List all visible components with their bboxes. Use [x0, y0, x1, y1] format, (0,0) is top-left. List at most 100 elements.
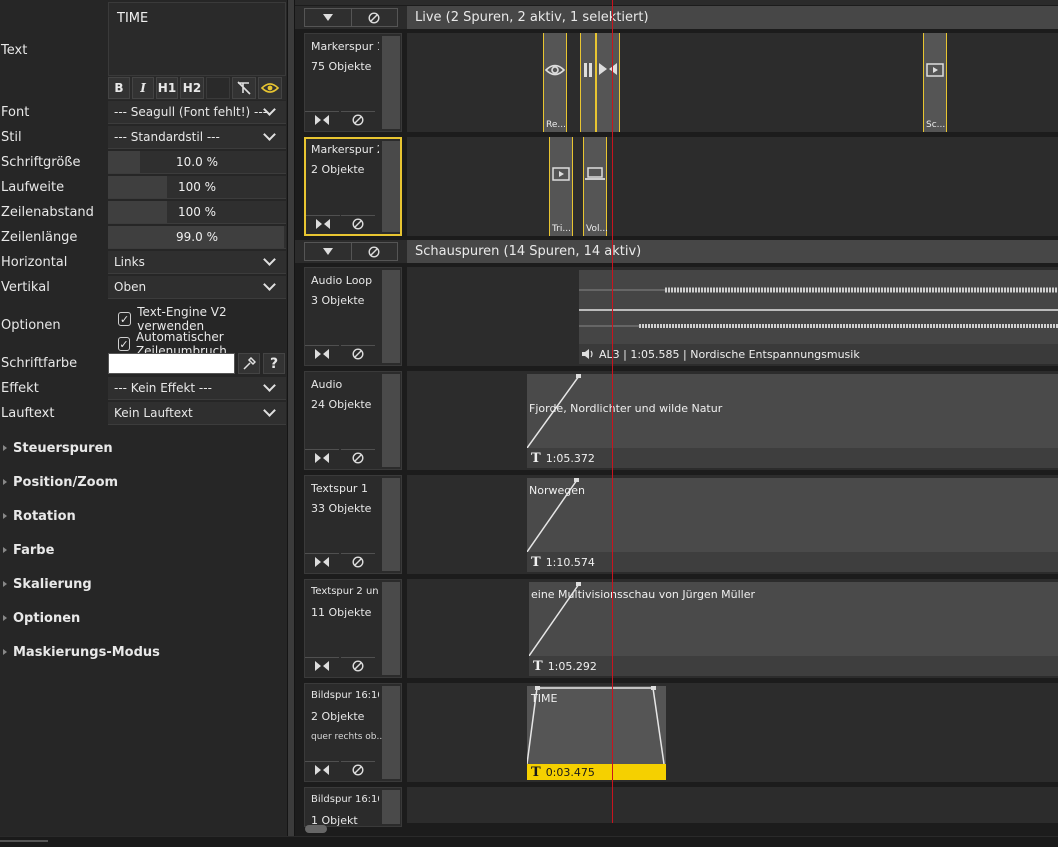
track-level-bar[interactable] — [382, 374, 400, 467]
group-title-live[interactable]: Live (2 Spuren, 2 aktiv, 1 selektiert) — [407, 6, 1058, 29]
text-clip[interactable]: Norwegen T 1:10.574 — [527, 478, 1058, 572]
stil-label: Stil — [1, 130, 22, 145]
text-engine-checkbox[interactable]: ✓ Text-Engine V2 verwenden — [118, 305, 287, 333]
zeilenlaenge-slider[interactable]: 99.0 % — [108, 226, 286, 249]
marker-trigger[interactable]: Tri... — [549, 137, 573, 236]
section-optionen[interactable]: Optionen — [0, 603, 287, 633]
italic-button[interactable]: I — [132, 77, 154, 99]
track-mute-button[interactable] — [341, 345, 375, 361]
marker-play[interactable]: Sc... — [923, 33, 947, 132]
zeilenabstand-slider[interactable]: 100 % — [108, 201, 286, 224]
playhead[interactable] — [612, 0, 613, 823]
track-header[interactable]: Markerspur 1 75 Objekte — [304, 33, 402, 132]
track-transition-button[interactable] — [305, 657, 339, 673]
track-transition-button[interactable] — [305, 111, 339, 127]
section-rotation[interactable]: Rotation — [0, 501, 287, 531]
track-level-bar[interactable] — [382, 790, 400, 824]
track-body[interactable]: AL3 | 1:05.585 | Nordische Entspannungsm… — [407, 267, 1058, 366]
section-skalierung[interactable]: Skalierung — [0, 569, 287, 599]
track-header[interactable]: Audio 24 Objekte — [304, 371, 402, 470]
vertikal-dropdown[interactable]: Oben — [108, 276, 286, 299]
schriftfarbe-row: Schriftfarbe ? — [0, 351, 287, 376]
h2-button[interactable]: H2 — [180, 77, 204, 99]
bold-button[interactable]: B — [108, 77, 130, 99]
track-body[interactable] — [407, 787, 1058, 823]
help-button[interactable]: ? — [263, 353, 285, 374]
track-transition-button[interactable] — [305, 345, 339, 361]
track-header-selected[interactable]: Markerspur 2 2 Objekte — [304, 137, 402, 236]
section-steuerspuren[interactable]: Steuerspuren — [0, 433, 287, 463]
lauftext-dropdown[interactable]: Kein Lauftext — [108, 402, 286, 425]
track-mute-button[interactable] — [341, 553, 375, 569]
effekt-dropdown[interactable]: --- Kein Effekt --- — [108, 377, 286, 400]
section-position-zoom[interactable]: Position/Zoom — [0, 467, 287, 497]
track-level-bar[interactable] — [382, 582, 400, 675]
track-level-bar[interactable] — [382, 478, 400, 571]
marker-volume[interactable]: Vol... — [583, 137, 608, 236]
track-level-bar[interactable] — [382, 686, 400, 779]
track-name: Textspur 2 und... — [311, 586, 379, 597]
splitter-grip[interactable] — [288, 0, 294, 836]
track-mute-button[interactable] — [341, 657, 375, 673]
track-body[interactable]: Tri... Vol... — [407, 137, 1058, 236]
track-mute-button[interactable] — [341, 761, 375, 777]
font-row: Font --- Seagull (Font fehlt!) --- — [0, 100, 287, 125]
track-transition-button[interactable] — [305, 761, 339, 777]
section-maskierungs-modus[interactable]: Maskierungs-Modus — [0, 637, 287, 667]
track-body[interactable]: Fjorde, Nordlichter und wilde Natur T 1:0… — [407, 371, 1058, 470]
laufweite-slider[interactable]: 100 % — [108, 176, 286, 199]
track-header[interactable]: Audio Loop 3 Objekte — [304, 267, 402, 366]
track-transition-button[interactable] — [305, 553, 339, 569]
font-dropdown[interactable]: --- Seagull (Font fehlt!) --- — [108, 101, 286, 124]
font-color-swatch[interactable] — [108, 353, 235, 374]
effekt-label: Effekt — [1, 381, 39, 396]
chevron-down-icon — [263, 379, 276, 392]
track-header[interactable]: Textspur 1 33 Objekte — [304, 475, 402, 574]
mute-group-button[interactable] — [350, 243, 398, 260]
text-clip[interactable]: eine Multivisionsschau von Jürgen Müller… — [529, 582, 1058, 676]
marker-pause[interactable] — [580, 33, 596, 132]
h1-button[interactable]: H1 — [156, 77, 178, 99]
track-body[interactable]: TIME T 0:03.475 — [407, 683, 1058, 782]
marker-transition[interactable] — [596, 33, 620, 132]
marker-eye[interactable]: Re... — [543, 33, 567, 132]
mute-group-button[interactable] — [350, 9, 398, 26]
track-transition-button[interactable] — [306, 215, 340, 231]
eyedropper-button[interactable] — [238, 353, 260, 374]
stil-row: Stil --- Standardstil --- — [0, 125, 287, 150]
clear-format-button[interactable] — [232, 77, 256, 99]
horizontal-scrollbar-thumb[interactable] — [305, 825, 327, 833]
track-level-bar[interactable] — [382, 141, 400, 232]
track-level-bar[interactable] — [382, 270, 400, 363]
audio-clip[interactable]: AL3 | 1:05.585 | Nordische Entspannungsm… — [579, 270, 1058, 364]
section-farbe[interactable]: Farbe — [0, 535, 287, 565]
eye-icon — [261, 83, 279, 93]
track-header[interactable]: Textspur 2 und... 11 Objekte — [304, 579, 402, 678]
schriftgroesse-slider[interactable]: 10.0 % — [108, 151, 286, 174]
horizontal-dropdown[interactable]: Links — [108, 251, 286, 274]
text-input[interactable]: TIME — [108, 2, 286, 76]
track-body[interactable]: eine Multivisionsschau von Jürgen Müller… — [407, 579, 1058, 678]
selected-text-clip[interactable]: TIME T 0:03.475 — [527, 686, 666, 780]
track-level-bar[interactable] — [382, 36, 400, 129]
group-title-schauspuren[interactable]: Schauspuren (14 Spuren, 14 aktiv) — [407, 240, 1058, 263]
track-mute-button[interactable] — [341, 449, 375, 465]
collapse-group-button[interactable] — [305, 243, 351, 260]
horizontal-value: Links — [114, 255, 145, 269]
section-label: Steuerspuren — [13, 440, 113, 456]
collapse-group-button[interactable] — [305, 9, 351, 26]
track-mute-button[interactable] — [341, 215, 375, 231]
group-controls — [304, 8, 398, 27]
track-transition-button[interactable] — [305, 449, 339, 465]
panel-splitter[interactable] — [287, 0, 295, 847]
track-mute-button[interactable] — [341, 111, 375, 127]
track-header[interactable]: Bildspur 16:10 1 Objekt — [304, 787, 402, 827]
visibility-button[interactable] — [258, 77, 282, 99]
stil-dropdown[interactable]: --- Standardstil --- — [108, 126, 286, 149]
section-label: Farbe — [13, 542, 55, 558]
marker-icon-wrap — [597, 63, 619, 75]
track-header[interactable]: Bildspur 16:10 2 Objekte quer rechts ob.… — [304, 683, 402, 782]
track-body[interactable]: Re... Sc... — [407, 33, 1058, 132]
track-body[interactable]: Norwegen T 1:10.574 — [407, 475, 1058, 574]
text-clip[interactable]: Fjorde, Nordlichter und wilde Natur T 1:0… — [527, 374, 1058, 468]
